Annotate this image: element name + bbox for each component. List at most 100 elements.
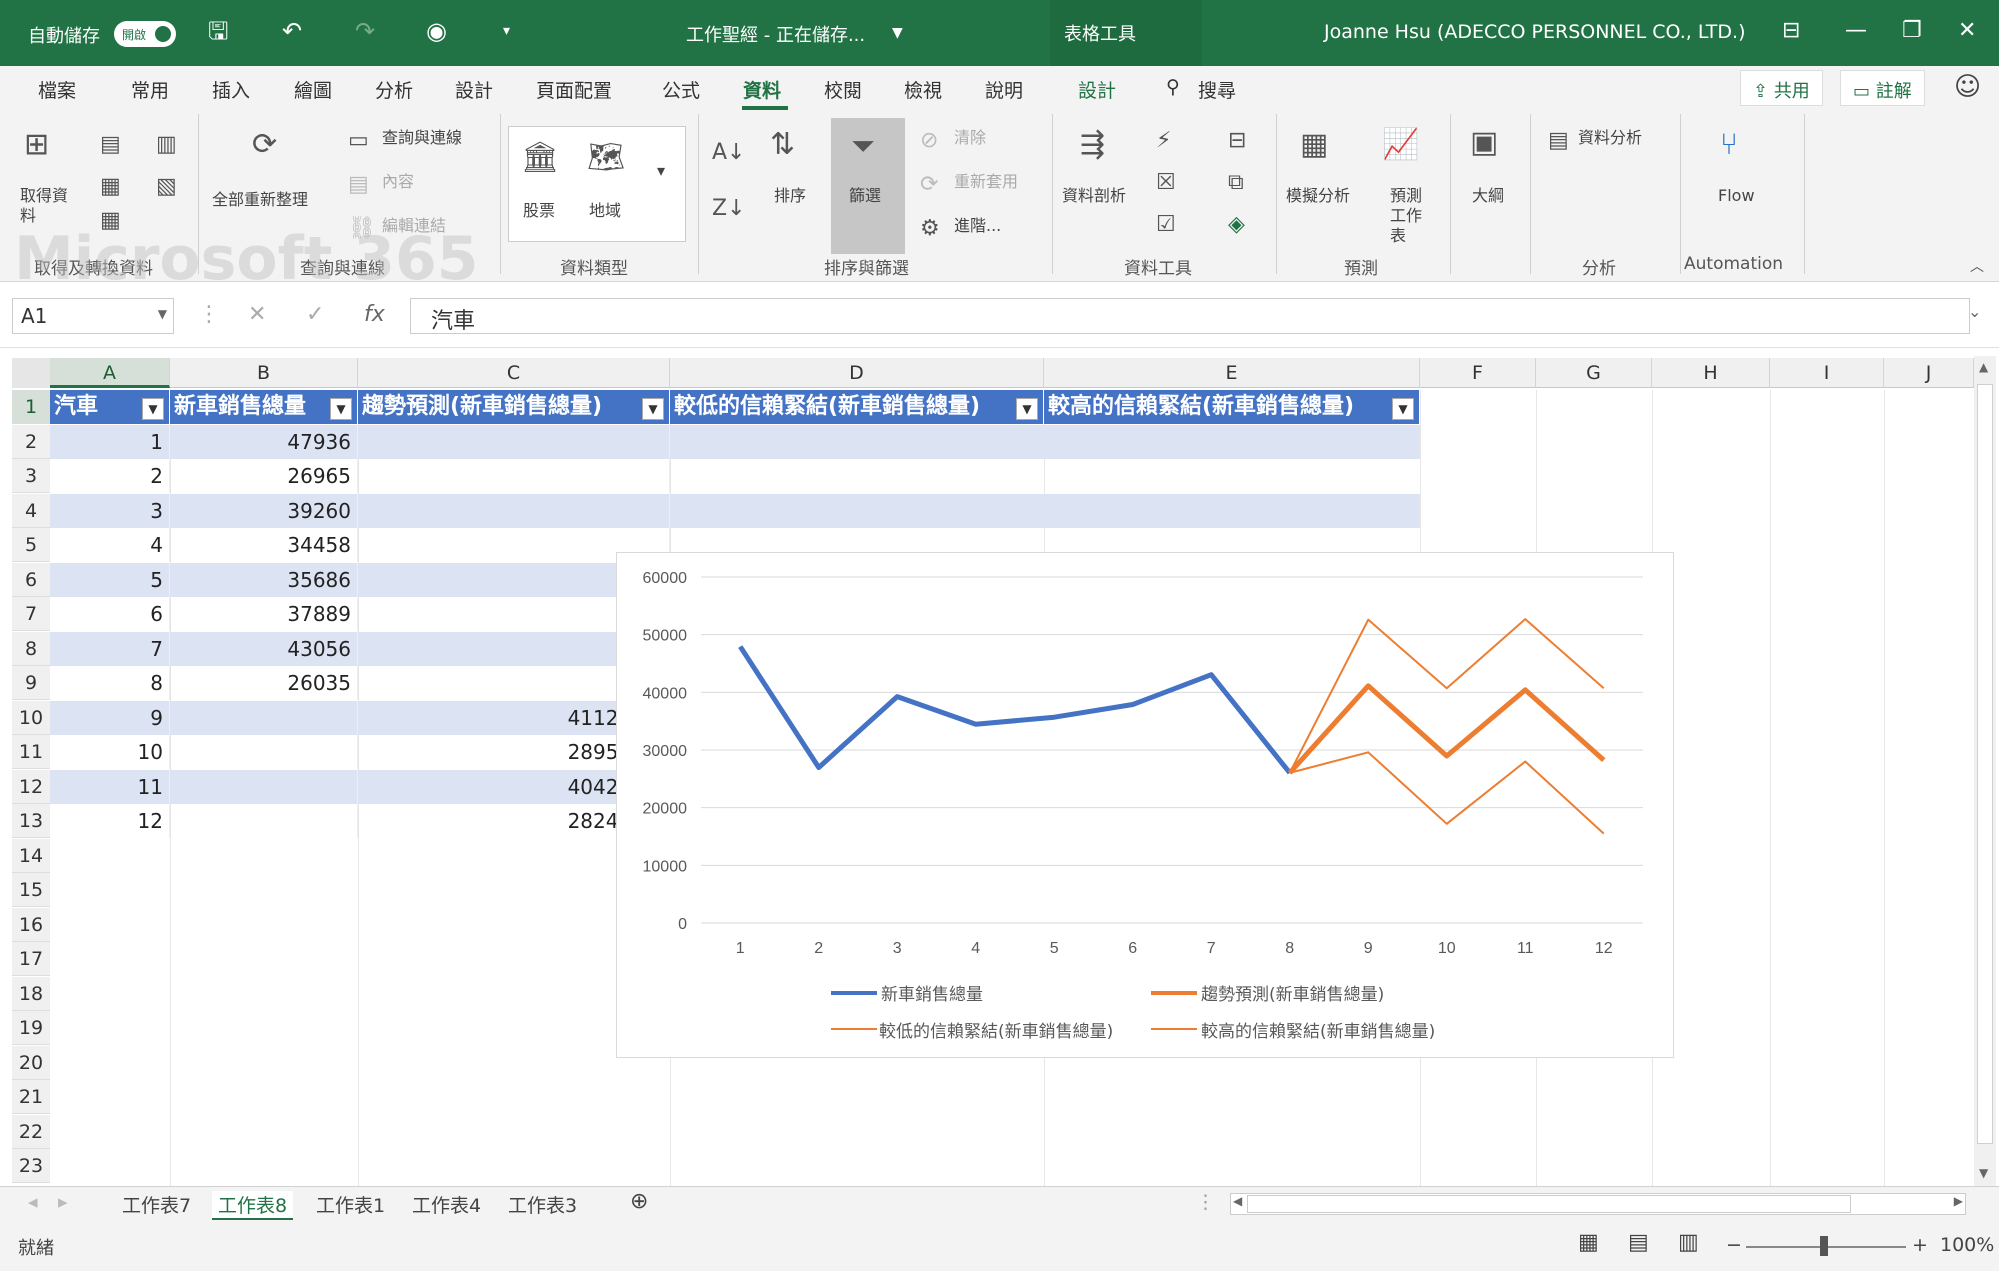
cell-b[interactable]: 26035 [170,666,358,700]
tab-view[interactable]: 檢視 [904,76,942,103]
share-button[interactable]: ⇪ 共用 [1740,70,1823,106]
sheet-tab-active[interactable]: 工作表8 [212,1191,294,1221]
row-header[interactable]: 1 [12,390,50,424]
what-if-icon[interactable]: ▦ [1300,128,1328,162]
cell-b[interactable] [170,735,358,769]
flow-label[interactable]: Flow [1718,186,1755,206]
text-to-columns-label[interactable]: 資料剖析 [1062,186,1126,206]
queries-label[interactable]: 查詢與連線 [382,128,462,148]
flash-fill-icon[interactable]: ⚡ [1156,124,1171,158]
cell-b[interactable]: 47936 [170,424,358,459]
column-header-a[interactable]: A [50,358,170,388]
cell-b[interactable] [170,804,358,838]
text-to-columns-icon[interactable]: ⇶ [1080,128,1105,162]
customize-toolbar-icon[interactable]: ▾ [503,16,510,46]
cell-a[interactable]: 5 [50,562,170,597]
row-header[interactable]: 17 [12,942,50,976]
expand-formula-icon[interactable]: ⌄ [1968,302,1981,321]
cell-a[interactable]: 4 [50,528,170,562]
advanced-filter-icon[interactable]: ⚙ [920,212,940,246]
collapse-ribbon-icon[interactable]: ︿ [1970,256,1984,276]
row-header[interactable]: 8 [12,631,50,666]
row-header[interactable]: 12 [12,769,50,804]
formula-input[interactable]: 汽車 [410,298,1970,334]
data-analysis-icon[interactable]: ▤ [1548,124,1569,158]
data-validation-icon[interactable]: ☑ [1156,208,1176,242]
autosave-toggle[interactable]: 開啟 [114,21,176,47]
scroll-down-icon[interactable]: ▼ [1979,1166,1988,1180]
filter-dropdown-icon[interactable]: ▼ [642,398,664,420]
redo-icon[interactable]: ↷ [355,16,375,46]
close-icon[interactable]: ✕ [1958,18,1976,43]
row-header[interactable]: 21 [12,1080,50,1114]
series-line-2[interactable] [1289,751,1605,835]
document-title[interactable]: 工作聖經 - 正在儲存... [686,21,865,47]
cell-b[interactable] [170,769,358,804]
refresh-all-icon[interactable]: ⟳ [252,128,277,162]
page-layout-view-icon[interactable]: ▤ [1628,1230,1649,1255]
cell-c[interactable] [358,424,670,459]
data-model-icon[interactable]: ◈ [1228,208,1245,242]
tab-data[interactable]: 資料 [743,76,781,103]
from-table-icon[interactable]: ▦ [100,170,121,204]
row-header[interactable]: 19 [12,1011,50,1045]
table-header-cell[interactable]: 趨勢預測(新車銷售總量) ▼ [358,390,670,424]
legend-lower-bound[interactable]: 較低的信賴緊結(新車銷售總量) [879,1017,1113,1042]
cell-a[interactable]: 8 [50,666,170,700]
undo-icon[interactable]: ↶ [282,16,302,46]
cell-a[interactable]: 2 [50,459,170,493]
column-header-f[interactable]: F [1420,358,1536,388]
zoom-slider-handle[interactable] [1820,1236,1828,1256]
column-header-h[interactable]: H [1652,358,1770,388]
sheet-tab[interactable]: 工作表1 [316,1191,385,1218]
cell-b[interactable]: 39260 [170,493,358,528]
vertical-scroll-thumb[interactable] [1977,384,1993,1144]
column-header-i[interactable]: I [1770,358,1884,388]
cell-a[interactable]: 11 [50,769,170,804]
row-header[interactable]: 5 [12,528,50,562]
tab-analyze[interactable]: 分析 [375,76,413,103]
cell-a[interactable]: 1 [50,424,170,459]
touch-mode-icon[interactable]: ◉ [426,16,447,46]
cell-b[interactable] [170,700,358,735]
get-data-icon[interactable]: ⊞ [24,128,49,162]
table-header-cell[interactable]: 較高的信賴緊結(新車銷售總量) ▼ [1044,390,1420,424]
column-header-e[interactable]: E [1044,358,1420,388]
sheet-tab[interactable]: 工作表4 [412,1191,481,1218]
forecast-sheet-icon[interactable]: 📈 [1382,128,1419,162]
sort-icon[interactable]: ⇅ [770,128,795,162]
cell-b[interactable]: 37889 [170,597,358,631]
user-name[interactable]: Joanne Hsu (ADECCO PERSONNEL CO., LTD.) [1324,21,1746,43]
refresh-all-label[interactable]: 全部重新整理 [212,190,308,210]
cancel-entry-icon[interactable]: ✕ [248,302,266,327]
insert-function-icon[interactable]: fx [364,302,385,327]
horizontal-scroll-thumb[interactable] [1247,1195,1851,1213]
column-header-g[interactable]: G [1536,358,1652,388]
series-line-0[interactable] [738,645,1292,775]
relationships-icon[interactable]: ⧉ [1228,166,1244,200]
legend-upper-bound[interactable]: 較高的信賴緊結(新車銷售總量) [1201,1017,1435,1042]
zoom-in-icon[interactable]: + [1912,1234,1928,1256]
cell-a[interactable]: 10 [50,735,170,769]
prev-sheet-icon[interactable]: ◂ [28,1191,38,1213]
sheet-tab[interactable]: 工作表7 [122,1191,191,1218]
filter-button[interactable]: ⏷ 篩選 [831,118,905,254]
queries-icon[interactable]: ▭ [348,124,369,158]
normal-view-icon[interactable]: ▦ [1578,1230,1599,1255]
legend-trend[interactable]: 趨勢預測(新車銷售總量) [1201,980,1384,1005]
filter-dropdown-icon[interactable]: ▼ [1016,398,1038,420]
search-label[interactable]: 搜尋 [1198,76,1236,103]
scroll-up-icon[interactable]: ▲ [1979,360,1988,374]
sort-label[interactable]: 排序 [774,186,806,206]
outline-label[interactable]: 大綱 [1472,186,1504,206]
cell-a[interactable]: 3 [50,493,170,528]
cell-a[interactable]: 7 [50,631,170,666]
tab-file[interactable]: 檔案 [38,76,76,103]
cell-a[interactable]: 6 [50,597,170,631]
page-break-view-icon[interactable]: ▥ [1678,1230,1699,1255]
row-header[interactable]: 4 [12,493,50,528]
row-header[interactable]: 11 [12,735,50,769]
cell-c[interactable] [358,493,670,528]
sort-z-a-icon[interactable]: Z↓ [712,192,746,226]
vertical-scrollbar[interactable]: ▲ ▼ [1974,356,1996,1186]
